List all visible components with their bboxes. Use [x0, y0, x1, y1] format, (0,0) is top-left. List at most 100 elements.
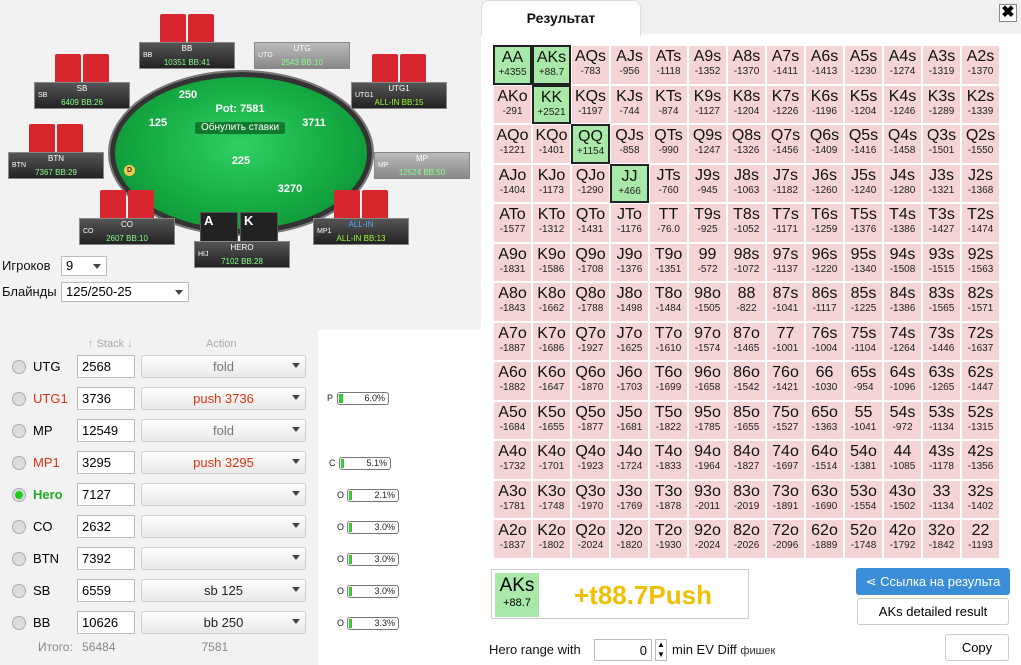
- hand-cell[interactable]: 87o -1465: [727, 321, 766, 361]
- player-radio[interactable]: [12, 360, 26, 374]
- hand-cell[interactable]: JTo -1176: [610, 203, 649, 243]
- hand-cell[interactable]: 52o -1748: [844, 519, 883, 559]
- hand-cell[interactable]: T3o -1878: [649, 479, 688, 519]
- action-select[interactable]: [141, 547, 306, 570]
- hand-cell[interactable]: K9o -1586: [532, 242, 571, 282]
- hand-cell[interactable]: 85o -1655: [727, 400, 766, 440]
- hand-cell[interactable]: K8o -1662: [532, 282, 571, 322]
- stack-input[interactable]: 7392: [77, 547, 135, 570]
- hand-cell[interactable]: QJo -1290: [571, 163, 610, 203]
- action-select[interactable]: sb 125: [141, 579, 306, 602]
- hand-cell[interactable]: 63s -1265: [922, 361, 961, 401]
- hand-cell[interactable]: J6s -1260: [805, 163, 844, 203]
- seat-mp[interactable]: MP MP 12524 BB:50: [374, 124, 470, 179]
- seat-utg[interactable]: UTG UTG 2543 BB:10: [254, 14, 350, 69]
- hand-cell[interactable]: 53s -1134: [922, 400, 961, 440]
- stack-input[interactable]: 3736: [77, 387, 135, 410]
- hand-cell[interactable]: A9s -1352: [688, 45, 727, 85]
- hand-cell[interactable]: K7o -1686: [532, 321, 571, 361]
- hand-cell[interactable]: 54o -1381: [844, 440, 883, 480]
- hand-cell[interactable]: Q9s -1247: [688, 124, 727, 164]
- hand-cell[interactable]: J4s -1280: [883, 163, 922, 203]
- hand-cell[interactable]: 65o -1363: [805, 400, 844, 440]
- action-select[interactable]: push 3295: [141, 451, 306, 474]
- stack-input[interactable]: 2632: [77, 515, 135, 538]
- action-select[interactable]: fold: [141, 355, 306, 378]
- hand-cell[interactable]: 94o -1964: [688, 440, 727, 480]
- hand-cell[interactable]: K2s -1339: [961, 84, 1000, 124]
- hand-cell[interactable]: 63o -1690: [805, 479, 844, 519]
- detailed-result-button[interactable]: AKs detailed result: [857, 598, 1009, 625]
- hand-cell[interactable]: K5o -1655: [532, 400, 571, 440]
- stack-input[interactable]: 12549: [77, 419, 135, 442]
- hand-cell[interactable]: K2o -1802: [532, 519, 571, 559]
- hand-cell[interactable]: A8o -1843: [493, 282, 532, 322]
- hand-cell[interactable]: T8o -1484: [649, 282, 688, 322]
- seat-mp1[interactable]: MP1 ALL-IN ALL-IN BB:13: [313, 190, 409, 245]
- hand-cell[interactable]: 99 -572: [688, 242, 727, 282]
- hand-cell[interactable]: 82s -1571: [961, 282, 1000, 322]
- hand-cell[interactable]: 96o -1658: [688, 361, 727, 401]
- hand-cell[interactable]: 52s -1315: [961, 400, 1000, 440]
- hand-cell[interactable]: Q7s -1456: [766, 124, 805, 164]
- hand-cell[interactable]: A7o -1887: [493, 321, 532, 361]
- hand-cell[interactable]: AKs +88.7: [532, 45, 571, 85]
- hand-cell[interactable]: 55 -1041: [844, 400, 883, 440]
- hand-cell[interactable]: KK +2521: [532, 84, 571, 124]
- hand-cell[interactable]: 44 -1085: [883, 440, 922, 480]
- hand-cell[interactable]: QTs -990: [649, 124, 688, 164]
- hand-cell[interactable]: Q5o -1877: [571, 400, 610, 440]
- hand-cell[interactable]: 85s -1225: [844, 282, 883, 322]
- player-radio[interactable]: [12, 456, 26, 470]
- hand-cell[interactable]: K8s -1204: [727, 84, 766, 124]
- action-select[interactable]: push 3736: [141, 387, 306, 410]
- reset-bets-button[interactable]: Обнулить ставки: [194, 121, 286, 135]
- seat-hero[interactable]: HIJ HERO 7102 BB:28: [194, 241, 290, 268]
- hand-cell[interactable]: K9s -1127: [688, 84, 727, 124]
- hand-cell[interactable]: T9s -925: [688, 203, 727, 243]
- hand-cell[interactable]: A4s -1274: [883, 45, 922, 85]
- hand-cell[interactable]: K6s -1196: [805, 84, 844, 124]
- hand-cell[interactable]: ATo -1577: [493, 203, 532, 243]
- hand-cell[interactable]: 33 -1134: [922, 479, 961, 519]
- hand-cell[interactable]: AA +4355: [493, 45, 532, 85]
- hand-cell[interactable]: A6o -1882: [493, 361, 532, 401]
- hand-cell[interactable]: 94s -1508: [883, 242, 922, 282]
- player-radio[interactable]: [12, 424, 26, 438]
- hand-cell[interactable]: AKo -291: [493, 84, 532, 124]
- hand-cell[interactable]: TT -76.0: [649, 203, 688, 243]
- hand-cell[interactable]: A8s -1370: [727, 45, 766, 85]
- hand-cell[interactable]: 95s -1340: [844, 242, 883, 282]
- hand-cell[interactable]: 54s -972: [883, 400, 922, 440]
- hand-cell[interactable]: JJ +466: [610, 163, 649, 203]
- spinner-icon[interactable]: ▲ ▼: [655, 639, 667, 661]
- hand-cell[interactable]: J9o -1376: [610, 242, 649, 282]
- hand-cell[interactable]: 93o -2011: [688, 479, 727, 519]
- hand-cell[interactable]: Q2o -2024: [571, 519, 610, 559]
- hand-cell[interactable]: 88 -822: [727, 282, 766, 322]
- hand-cell[interactable]: A3o -1781: [493, 479, 532, 519]
- hand-cell[interactable]: Q4o -1923: [571, 440, 610, 480]
- hand-cell[interactable]: A9o -1831: [493, 242, 532, 282]
- stack-input[interactable]: 3295: [77, 451, 135, 474]
- hand-cell[interactable]: A5s -1230: [844, 45, 883, 85]
- hand-cell[interactable]: K3s -1289: [922, 84, 961, 124]
- player-radio[interactable]: [12, 584, 26, 598]
- stack-input[interactable]: 6559: [77, 579, 135, 602]
- hand-cell[interactable]: A5o -1684: [493, 400, 532, 440]
- hand-cell[interactable]: A2o -1837: [493, 519, 532, 559]
- min-ev-input[interactable]: 0: [594, 639, 652, 661]
- seat-btn[interactable]: BTN BTN 7367 BB:29: [8, 124, 104, 179]
- hand-cell[interactable]: KJo -1173: [532, 163, 571, 203]
- tab-result[interactable]: Результат: [481, 0, 641, 36]
- hand-cell[interactable]: Q9o -1708: [571, 242, 610, 282]
- hand-cell[interactable]: K6o -1647: [532, 361, 571, 401]
- player-radio[interactable]: [12, 616, 26, 630]
- hand-cell[interactable]: 97s -1137: [766, 242, 805, 282]
- hand-cell[interactable]: KTo -1312: [532, 203, 571, 243]
- hand-cell[interactable]: 43o -1502: [883, 479, 922, 519]
- hand-cell[interactable]: 42o -1792: [883, 519, 922, 559]
- hand-cell[interactable]: T7o -1610: [649, 321, 688, 361]
- hand-cell[interactable]: T2o -1930: [649, 519, 688, 559]
- hand-cell[interactable]: 98o -1505: [688, 282, 727, 322]
